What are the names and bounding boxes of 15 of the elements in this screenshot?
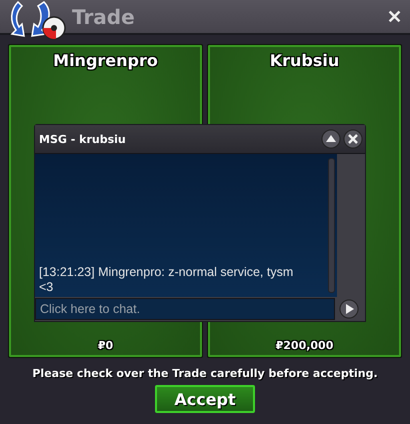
chat-title: MSG - krubsiu <box>39 132 127 146</box>
window-title: Trade <box>72 4 135 28</box>
trader-name: Mingrenpro <box>53 51 158 70</box>
chat-input[interactable]: Click here to chat. <box>35 298 335 320</box>
trader-name: Krubsiu <box>270 51 340 70</box>
money-amount: ₽0 <box>98 339 114 352</box>
chat-message: [13:21:23] Mingrenpro: z-normal service, tysm <3 <box>39 265 294 295</box>
notice-text: Please check over the Trade carefully before accepting. <box>31 367 379 380</box>
collapse-button[interactable] <box>321 129 341 149</box>
accept-button[interactable]: Accept <box>155 385 255 413</box>
money-amount: ₽200,000 <box>276 339 334 352</box>
scrollbar[interactable] <box>328 158 335 293</box>
close-button[interactable]: ✕ <box>383 6 406 28</box>
close-button[interactable] <box>343 129 363 149</box>
send-button[interactable] <box>339 299 359 319</box>
